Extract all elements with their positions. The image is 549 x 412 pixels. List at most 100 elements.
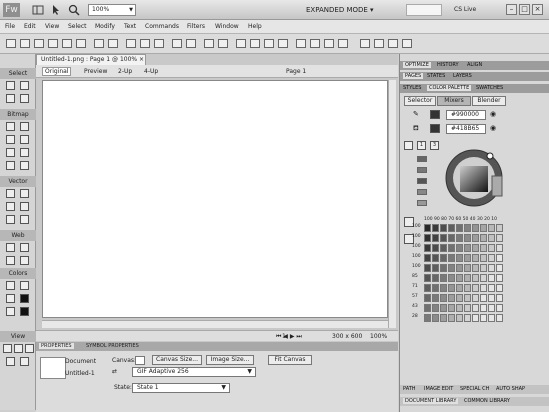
palette-swatch[interactable] bbox=[496, 314, 503, 322]
palette-swatch[interactable] bbox=[464, 294, 471, 302]
import-icon[interactable] bbox=[48, 39, 58, 48]
palette-swatch[interactable] bbox=[424, 264, 431, 272]
palette-swatch[interactable] bbox=[456, 284, 463, 292]
palette-swatch[interactable] bbox=[472, 314, 479, 322]
palette-swatch[interactable] bbox=[472, 304, 479, 312]
save-icon[interactable] bbox=[34, 39, 44, 48]
tab-special-characters[interactable]: SPECIAL CH bbox=[460, 386, 489, 392]
canvas[interactable] bbox=[42, 80, 388, 318]
palette-swatch[interactable] bbox=[488, 274, 495, 282]
minimize-button[interactable]: – bbox=[506, 4, 517, 15]
count-3-icon[interactable]: 3 bbox=[430, 141, 439, 150]
palette-swatch[interactable] bbox=[480, 304, 487, 312]
palette-swatch[interactable] bbox=[480, 284, 487, 292]
fill-swatch[interactable] bbox=[430, 124, 440, 133]
palette-swatch[interactable] bbox=[440, 264, 447, 272]
align-right-icon[interactable] bbox=[324, 39, 334, 48]
palette-swatch[interactable] bbox=[440, 314, 447, 322]
mixer-swatch[interactable] bbox=[417, 167, 427, 173]
rotate-left-icon[interactable] bbox=[360, 39, 370, 48]
workspace-mode[interactable]: EXPANDED MODE ▾ bbox=[306, 4, 374, 16]
palette-swatch[interactable] bbox=[480, 234, 487, 242]
full-screen-icon[interactable] bbox=[25, 344, 34, 353]
palette-swatch[interactable] bbox=[448, 254, 455, 262]
mixer-mode-icon[interactable] bbox=[404, 141, 413, 150]
split-icon[interactable] bbox=[218, 39, 228, 48]
pointer-tool-icon[interactable] bbox=[6, 81, 15, 90]
palette-swatch[interactable] bbox=[440, 284, 447, 292]
palette-swatch[interactable] bbox=[432, 224, 439, 232]
palette-swatch[interactable] bbox=[424, 294, 431, 302]
palette-swatch[interactable] bbox=[424, 304, 431, 312]
paste-icon[interactable] bbox=[154, 39, 164, 48]
palette-swatch[interactable] bbox=[464, 234, 471, 242]
palette-swatch[interactable] bbox=[432, 284, 439, 292]
palette-swatch[interactable] bbox=[488, 264, 495, 272]
palette-swatch[interactable] bbox=[464, 244, 471, 252]
menu-text[interactable]: Text bbox=[124, 23, 136, 30]
palette-swatch[interactable] bbox=[456, 304, 463, 312]
marquee-tool-icon[interactable] bbox=[6, 122, 15, 131]
hotspot-tool-icon[interactable] bbox=[6, 243, 15, 252]
palette-swatch[interactable] bbox=[440, 274, 447, 282]
cut-icon[interactable] bbox=[126, 39, 136, 48]
scale-tool-icon[interactable] bbox=[6, 94, 15, 103]
tab-optimize[interactable]: OPTIMIZE bbox=[403, 62, 431, 68]
palette-swatch[interactable] bbox=[432, 314, 439, 322]
canvas-size-button[interactable]: Canvas Size... bbox=[152, 355, 202, 365]
lasso-tool-icon[interactable] bbox=[20, 122, 29, 131]
line-tool-icon[interactable] bbox=[6, 189, 15, 198]
document-tab[interactable]: Untitled-1.png : Page 1 @ 100% × bbox=[36, 54, 146, 65]
align-menu-icon[interactable] bbox=[338, 39, 348, 48]
mixer-swatch[interactable] bbox=[417, 200, 427, 206]
color-wheel[interactable] bbox=[442, 146, 510, 210]
palette-swatch[interactable] bbox=[496, 264, 503, 272]
palette-swatch[interactable] bbox=[440, 304, 447, 312]
tab-document-library[interactable]: DOCUMENT LIBRARY bbox=[403, 398, 459, 404]
palette-swatch[interactable] bbox=[472, 284, 479, 292]
align-left-icon[interactable] bbox=[296, 39, 306, 48]
mixer-swatch[interactable] bbox=[417, 178, 427, 184]
rotate-right-icon[interactable] bbox=[374, 39, 384, 48]
palette-swatch[interactable] bbox=[432, 294, 439, 302]
canvas-color-swatch[interactable] bbox=[135, 356, 145, 365]
join-icon[interactable] bbox=[204, 39, 214, 48]
mixer-swatch[interactable] bbox=[417, 156, 427, 162]
tab-history[interactable]: HISTORY bbox=[437, 62, 459, 68]
palette-swatch[interactable] bbox=[456, 274, 463, 282]
menu-filters[interactable]: Filters bbox=[187, 23, 205, 30]
new-icon[interactable] bbox=[6, 39, 16, 48]
fit-canvas-button[interactable]: Fit Canvas bbox=[268, 355, 312, 365]
eye-icon[interactable]: ◉ bbox=[490, 124, 496, 132]
palette-swatch[interactable] bbox=[472, 234, 479, 242]
palette-swatch[interactable] bbox=[456, 244, 463, 252]
palette-swatch[interactable] bbox=[488, 234, 495, 242]
palette-swatch[interactable] bbox=[496, 254, 503, 262]
tab-selector[interactable]: Selector bbox=[404, 96, 436, 106]
palette-swatch[interactable] bbox=[448, 294, 455, 302]
palette-swatch[interactable] bbox=[432, 264, 439, 272]
knife-tool-icon[interactable] bbox=[20, 215, 29, 224]
palette-swatch[interactable] bbox=[472, 224, 479, 232]
send-backward-icon[interactable] bbox=[264, 39, 274, 48]
menu-file[interactable]: File bbox=[5, 23, 15, 30]
palette-swatch[interactable] bbox=[448, 274, 455, 282]
palette-swatch[interactable] bbox=[424, 254, 431, 262]
rubber-stamp-tool-icon[interactable] bbox=[20, 161, 29, 170]
palette-swatch[interactable] bbox=[440, 224, 447, 232]
palette-swatch[interactable] bbox=[488, 314, 495, 322]
palette-swatch[interactable] bbox=[480, 224, 487, 232]
palette-swatch[interactable] bbox=[432, 274, 439, 282]
image-size-button[interactable]: Image Size... bbox=[206, 355, 254, 365]
hide-slices-icon[interactable] bbox=[6, 256, 15, 265]
palette-swatch[interactable] bbox=[464, 224, 471, 232]
tab-2-up[interactable]: 2-Up bbox=[118, 68, 132, 75]
bring-forward-icon[interactable] bbox=[250, 39, 260, 48]
slice-tool-icon[interactable] bbox=[20, 243, 29, 252]
palette-swatch[interactable] bbox=[464, 254, 471, 262]
palette-swatch[interactable] bbox=[456, 254, 463, 262]
tab-blender[interactable]: Blender bbox=[472, 96, 506, 106]
palette-swatch[interactable] bbox=[488, 284, 495, 292]
flip-horizontal-icon[interactable] bbox=[388, 39, 398, 48]
palette-swatch[interactable] bbox=[448, 284, 455, 292]
